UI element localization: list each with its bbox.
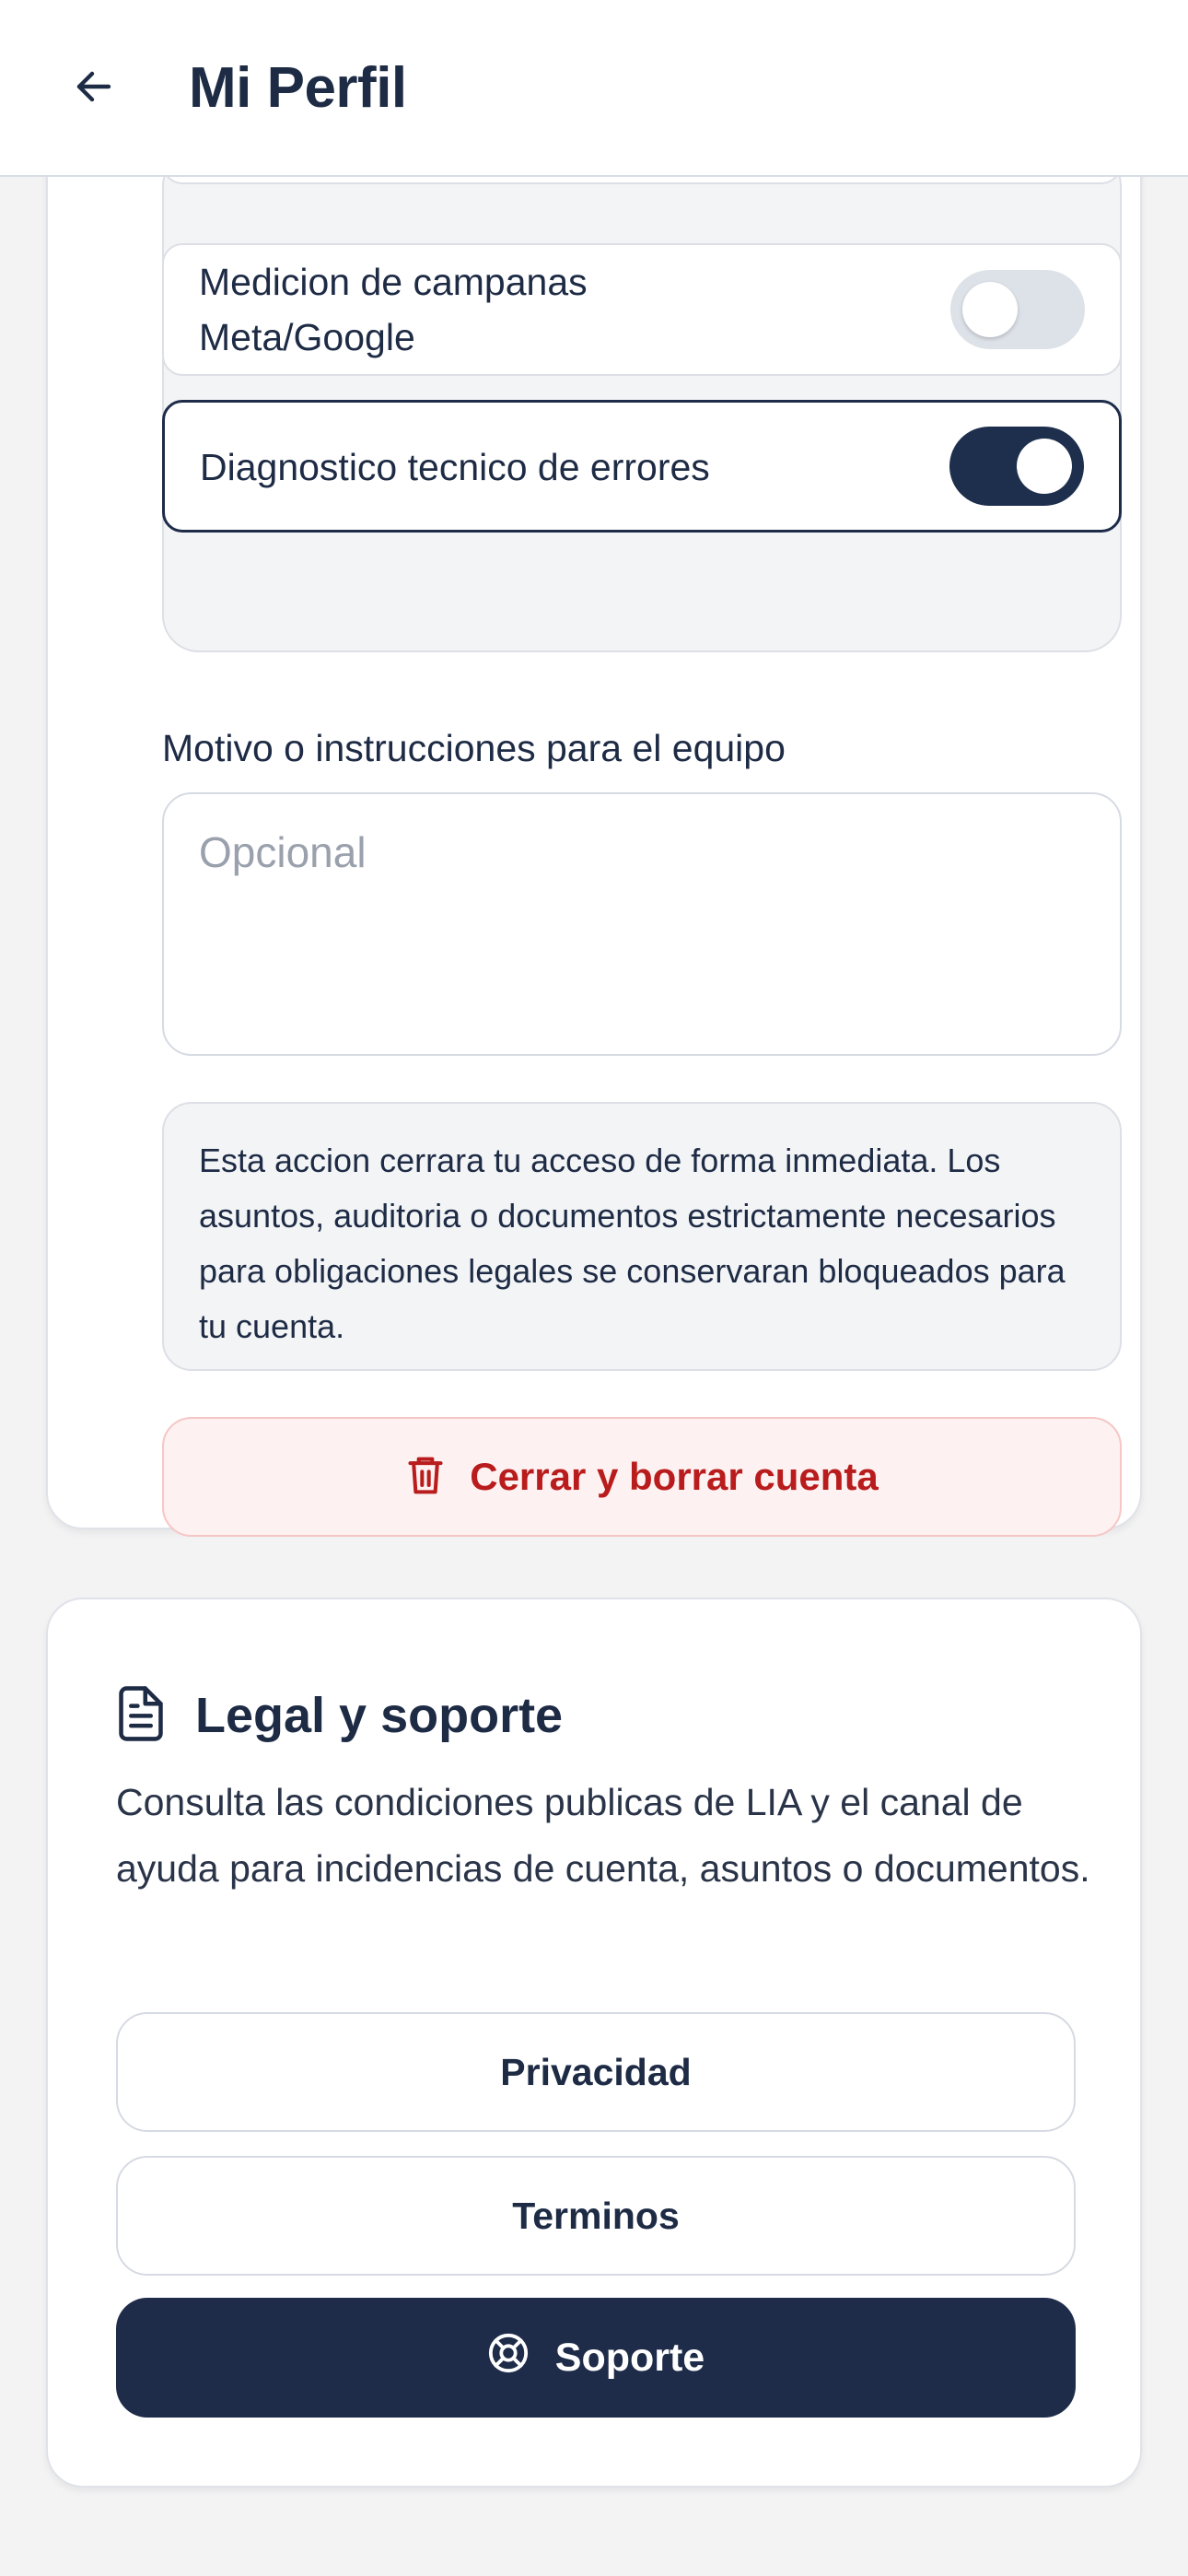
document-icon [116, 1685, 166, 1747]
consent-option-diagnostics[interactable]: Diagnostico tecnico de errores [162, 400, 1122, 533]
trash-icon [405, 1453, 446, 1502]
legal-support-card: Legal y soporte Consulta las condiciones… [46, 1598, 1142, 2488]
diagnostics-toggle[interactable] [949, 427, 1084, 506]
consent-option-label: Medicion de campanas Meta/Google [199, 261, 588, 358]
top-app-bar: Mi Perfil [0, 0, 1188, 177]
privacy-button[interactable]: Privacidad [116, 2012, 1076, 2132]
reason-label: Motivo o instrucciones para el equipo [162, 727, 786, 769]
legal-section-header: Legal y soporte [116, 1679, 563, 1752]
consent-option-meta-google[interactable]: Medicion de campanas Meta/Google [162, 243, 1122, 376]
profile-page: Medicion de campanas Meta/Google Diagnos… [0, 0, 1188, 2576]
back-button[interactable] [57, 53, 131, 123]
account-deletion-card: Medicion de campanas Meta/Google Diagnos… [46, 39, 1142, 1537]
reason-textarea[interactable] [162, 792, 1122, 1056]
lifebuoy-icon [487, 2332, 530, 2384]
page-title: Mi Perfil [189, 56, 407, 120]
consent-option-label: Diagnostico tecnico de errores [200, 446, 710, 488]
delete-account-label: Cerrar y borrar cuenta [470, 1455, 879, 1498]
deletion-warning: Esta accion cerrara tu acceso de forma i… [162, 1102, 1122, 1371]
support-button-label: Soporte [554, 2335, 705, 2380]
support-button[interactable]: Soporte [116, 2298, 1076, 2418]
legal-section-title: Legal y soporte [195, 1688, 564, 1743]
delete-account-button[interactable]: Cerrar y borrar cuenta [162, 1417, 1122, 1537]
arrow-left-icon [72, 64, 116, 113]
terms-button[interactable]: Terminos [116, 2156, 1076, 2276]
toggle-knob [1017, 439, 1072, 494]
meta-google-toggle[interactable] [950, 270, 1085, 349]
toggle-knob [962, 282, 1018, 337]
legal-section-description: Consulta las condiciones publicas de LIA… [116, 1781, 1090, 1890]
